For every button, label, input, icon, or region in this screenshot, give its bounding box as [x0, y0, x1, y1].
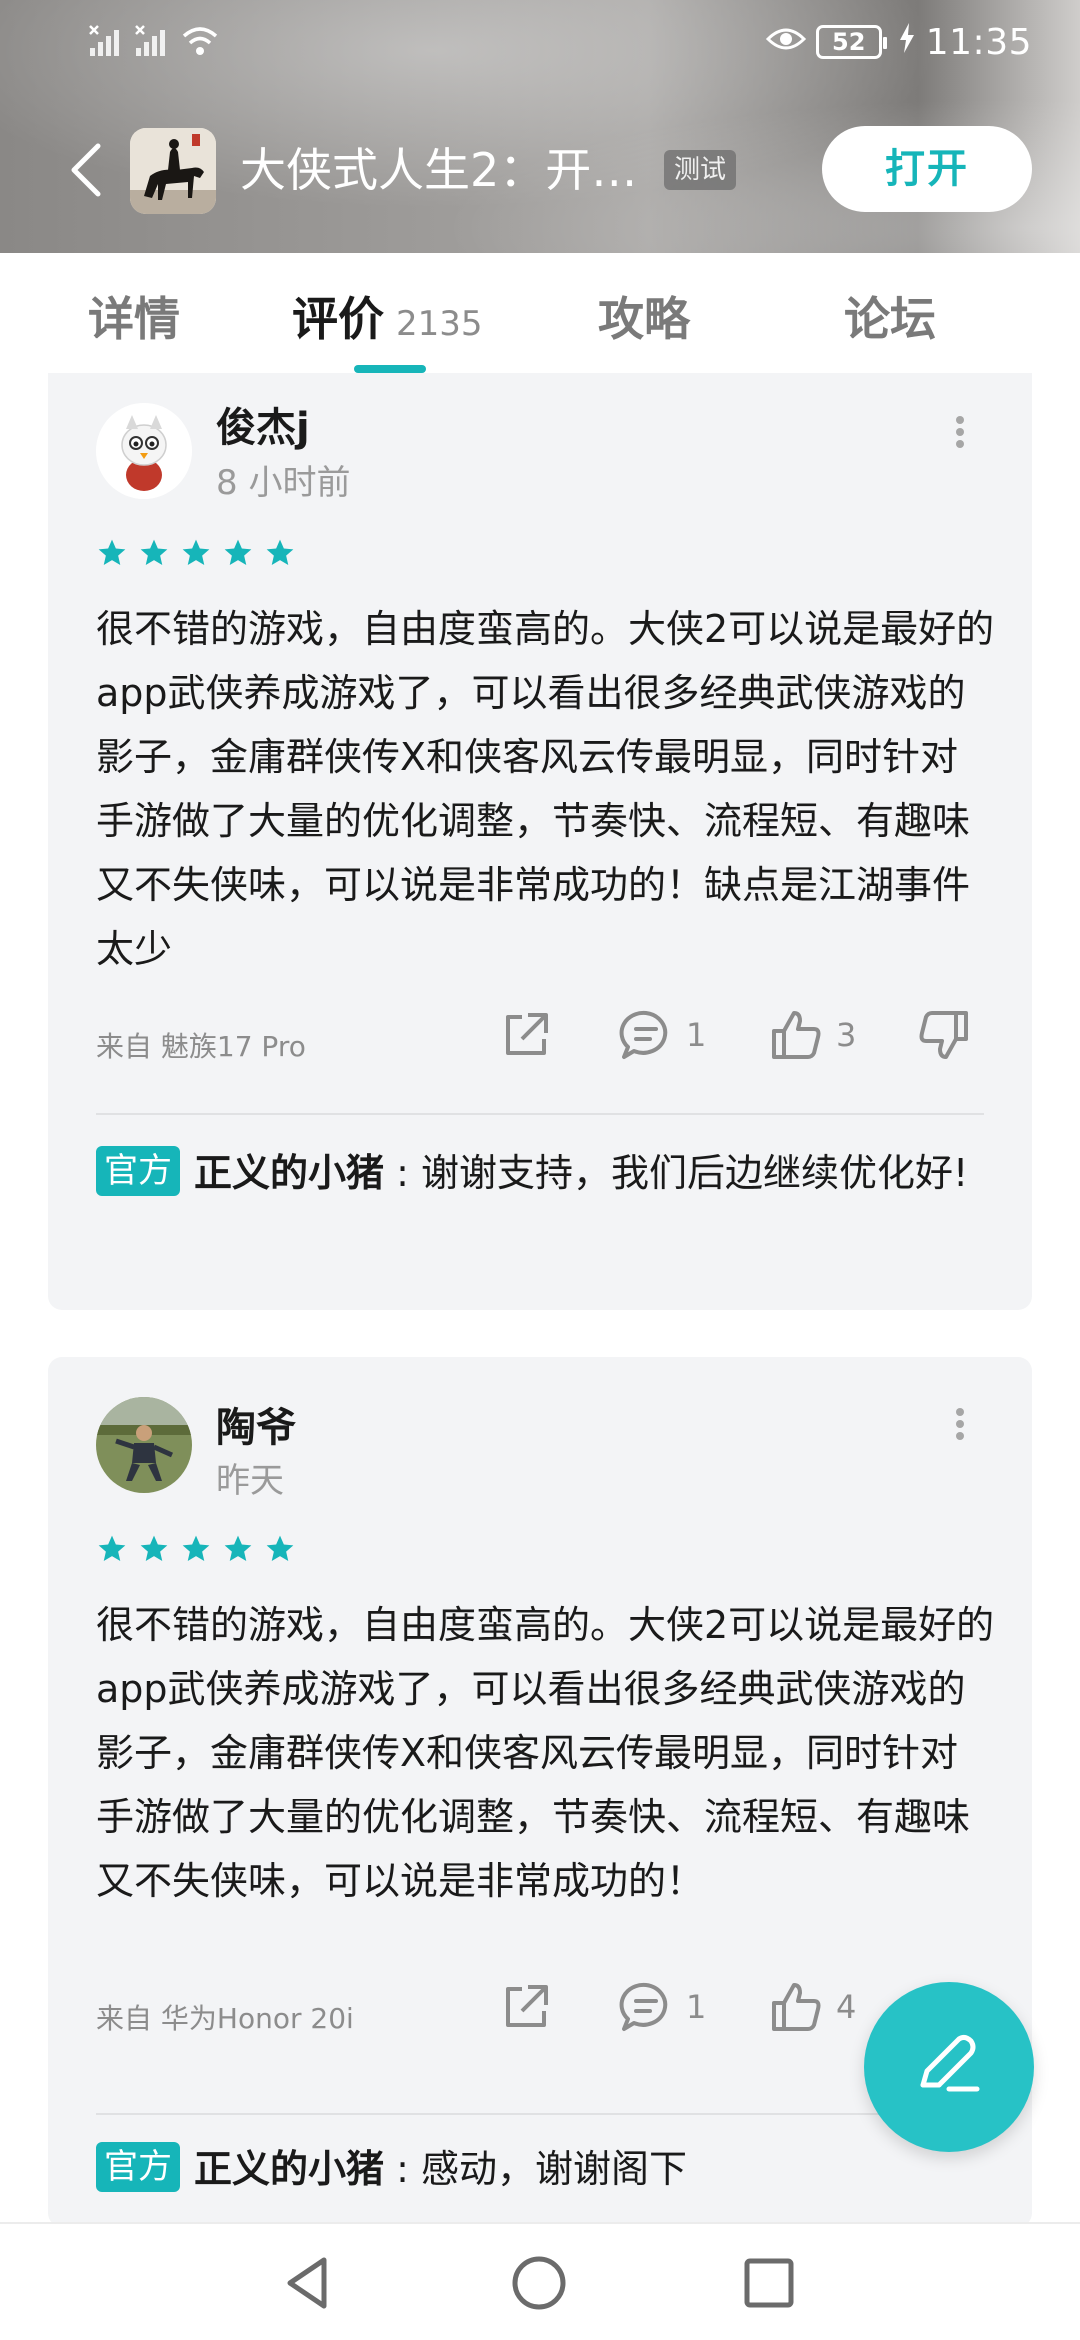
tab-label: 论坛: [844, 292, 936, 346]
reply-username: 正义的小猪: [194, 2147, 385, 2191]
official-reply[interactable]: 官方 正义的小猪 : 感动，谢谢阁下: [96, 2137, 996, 2201]
app-title: 大侠式人生2：开…: [240, 143, 638, 197]
share-icon: [506, 1013, 548, 1055]
device-info: 来自 华为Honor 20i: [96, 2002, 354, 2035]
square-recents-icon: [744, 2258, 794, 2308]
official-badge: 官方: [96, 1146, 180, 1196]
open-button[interactable]: 打开: [822, 126, 1032, 212]
battery-level: 52: [832, 28, 866, 56]
test-badge: 测试: [664, 150, 737, 190]
tab-label: 详情: [88, 292, 180, 346]
charging-icon: [898, 22, 916, 63]
username[interactable]: 陶爷: [216, 1395, 296, 1453]
star-icon: [140, 1535, 168, 1561]
star-rating: [96, 1533, 296, 1569]
share-button[interactable]: [498, 1979, 554, 2035]
star-icon: [266, 539, 294, 565]
like-count: 3: [836, 1016, 857, 1054]
wifi-icon: [180, 24, 220, 58]
eye-icon: [765, 22, 806, 62]
more-options-icon[interactable]: [950, 1405, 970, 1445]
active-tab-indicator: [354, 365, 426, 373]
status-bar: 52 11:35: [0, 0, 1080, 84]
circle-home-icon: [512, 2256, 566, 2310]
triangle-back-icon: [287, 2257, 327, 2309]
star-icon: [266, 1535, 294, 1561]
clock: 11:35: [925, 21, 1032, 63]
avatar[interactable]: [96, 1397, 192, 1493]
star-rating: [96, 537, 296, 573]
nav-back-button[interactable]: [274, 2248, 344, 2318]
timestamp: 昨天: [216, 1461, 284, 1501]
official-reply[interactable]: 官方 正义的小猪 : 谢谢支持，我们后边继续优化好!: [96, 1141, 996, 1205]
battery-icon: 52: [815, 25, 887, 59]
star-icon: [182, 539, 210, 565]
app-header: 52 11:35 大侠式人生2：开… 测试 打开: [0, 0, 1080, 253]
review-text[interactable]: 很不错的游戏，自由度蛮高的。大侠2可以说是最好的app武侠养成游戏了，可以看出很…: [96, 597, 996, 981]
comment-icon: [619, 1982, 668, 2031]
nav-recents-button[interactable]: [734, 2248, 804, 2318]
comment-count: 1: [686, 1016, 707, 1054]
review-card: 俊杰j 8 小时前 很不错的游戏，自由度蛮高的。大侠2可以说是最好的app武侠养…: [48, 373, 1032, 1310]
write-review-button[interactable]: [864, 1982, 1034, 2152]
nav-home-button[interactable]: [504, 2248, 574, 2318]
tab-details[interactable]: 详情: [88, 283, 180, 349]
status-right: 52 11:35: [765, 18, 1032, 66]
share-icon: [506, 1985, 548, 2027]
username[interactable]: 俊杰j: [216, 395, 310, 453]
dislike-button[interactable]: [916, 1007, 972, 1063]
review-count: 2135: [396, 304, 483, 344]
star-icon: [140, 539, 168, 565]
star-icon: [224, 1535, 252, 1561]
star-icon: [182, 1535, 210, 1561]
tab-bar: 详情 评价 2135 攻略 论坛: [0, 253, 1080, 373]
device-info: 来自 魅族17 Pro: [96, 1030, 306, 1063]
tab-reviews[interactable]: 评价 2135: [292, 283, 483, 349]
divider: [96, 2113, 984, 2115]
chevron-left-icon: [71, 143, 101, 197]
star-icon: [98, 539, 126, 565]
thumbs-down-icon: [919, 1011, 968, 1059]
like-count: 4: [836, 1988, 857, 2026]
back-button[interactable]: [62, 140, 112, 200]
comment-button[interactable]: 1: [618, 1979, 706, 2035]
reply-text: : 谢谢支持，我们后边继续优化好!: [384, 1151, 969, 1195]
review-text[interactable]: 很不错的游戏，自由度蛮高的。大侠2可以说是最好的app武侠养成游戏了，可以看出很…: [96, 1593, 996, 1913]
tab-label: 攻略: [598, 292, 690, 346]
like-button[interactable]: 3: [768, 1007, 856, 1063]
reply-text: : 感动，谢谢阁下: [384, 2147, 687, 2191]
pen-icon: [920, 2034, 980, 2092]
thumbs-up-icon: [772, 1011, 821, 1059]
no-sim-icon: [88, 24, 128, 58]
star-icon: [224, 539, 252, 565]
like-button[interactable]: 4: [768, 1979, 856, 2035]
divider: [96, 1113, 984, 1115]
comment-icon: [619, 1010, 668, 1059]
app-icon[interactable]: [130, 128, 216, 214]
more-options-icon[interactable]: [950, 413, 970, 453]
system-nav-bar: [0, 2222, 1080, 2340]
official-badge: 官方: [96, 2142, 180, 2192]
comment-count: 1: [686, 1988, 707, 2026]
avatar[interactable]: [96, 403, 192, 499]
tab-label: 评价: [292, 292, 384, 346]
comment-button[interactable]: 1: [618, 1007, 706, 1063]
reply-username: 正义的小猪: [194, 1151, 385, 1195]
tab-forum[interactable]: 论坛: [844, 283, 936, 349]
timestamp: 8 小时前: [216, 463, 351, 503]
share-button[interactable]: [498, 1007, 554, 1063]
no-sim-icon: [134, 24, 174, 58]
app-nav-row: 大侠式人生2：开… 测试 打开: [0, 120, 1080, 220]
tab-guides[interactable]: 攻略: [598, 283, 690, 349]
thumbs-up-icon: [772, 1983, 821, 2031]
star-icon: [98, 1535, 126, 1561]
